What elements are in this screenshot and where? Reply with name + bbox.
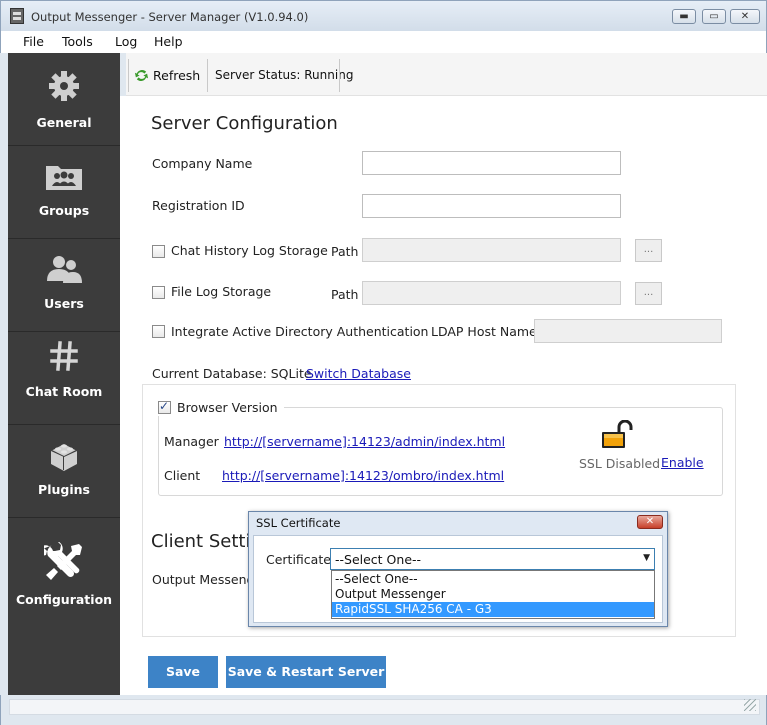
sidebar-label-general: General [36, 115, 92, 130]
enable-ssl-link[interactable]: Enable [661, 455, 704, 470]
chevron-down-icon: ▼ [643, 553, 650, 563]
client-settings-title: Client Settin [151, 531, 262, 552]
browser-version-checkbox[interactable] [158, 399, 171, 414]
resize-grip[interactable] [744, 699, 756, 711]
registration-id-input[interactable] [362, 194, 621, 218]
toolbar-separator [339, 59, 340, 92]
certificate-dropdown-list: --Select One-- Output Messenger RapidSSL… [331, 570, 655, 619]
certificate-option[interactable]: --Select One-- [332, 572, 654, 587]
registration-id-label: Registration ID [152, 198, 245, 213]
toolbar: Refresh Server Status: Running [126, 53, 767, 96]
company-name-label: Company Name [152, 156, 253, 171]
sidebar-item-users[interactable]: Users [8, 239, 120, 332]
unlock-icon [602, 420, 633, 448]
output-messenger-label: Output Messeng [152, 572, 255, 587]
dialog-close-button[interactable]: ✕ [637, 515, 663, 529]
page-title: Server Configuration [151, 113, 338, 134]
ldap-host-input[interactable] [534, 319, 722, 343]
menu-log[interactable]: Log [115, 34, 137, 49]
ldap-host-label: LDAP Host Name [431, 324, 537, 339]
certificate-option[interactable]: Output Messenger [332, 587, 654, 602]
hash-icon [50, 341, 78, 371]
file-log-path-label: Path [331, 287, 359, 302]
menu-file[interactable]: File [23, 34, 44, 49]
sidebar-label-chat-room: Chat Room [25, 384, 103, 399]
ssl-status: SSL Disabled [579, 456, 661, 471]
sidebar-item-chat-room[interactable]: Chat Room [8, 332, 120, 425]
chat-history-label: Chat History Log Storage [171, 243, 328, 258]
dialog-title: SSL Certificate [256, 516, 341, 530]
window-title: Output Messenger - Server Manager (V1.0.… [31, 10, 309, 24]
maximize-button[interactable]: ▭ [702, 9, 726, 24]
sidebar-item-configuration[interactable]: Configuration [8, 518, 120, 618]
sidebar-label-groups: Groups [38, 203, 90, 218]
current-database-label: Current Database: SQLite [152, 366, 312, 381]
ad-auth-label: Integrate Active Directory Authenticatio… [171, 324, 429, 339]
menu-bar: File Tools Log Help [0, 31, 767, 53]
minimize-button[interactable]: ▬ [672, 9, 696, 24]
chat-history-browse-button[interactable]: ... [635, 239, 662, 262]
sidebar: General Groups Users Chat Room Plugins C… [8, 53, 120, 695]
groups-icon [46, 166, 82, 190]
switch-database-link[interactable]: Switch Database [306, 366, 411, 381]
client-label: Client [164, 468, 201, 483]
wrench-screwdriver-icon [44, 542, 82, 580]
manager-label: Manager [164, 434, 219, 449]
chat-history-checkbox[interactable] [152, 245, 165, 258]
file-log-label: File Log Storage [171, 284, 272, 299]
sidebar-label-configuration: Configuration [15, 592, 113, 607]
file-log-checkbox[interactable] [152, 286, 165, 299]
file-log-path-input[interactable] [362, 281, 621, 305]
sidebar-item-plugins[interactable]: Plugins [8, 425, 120, 518]
refresh-label: Refresh [153, 67, 201, 83]
menu-tools[interactable]: Tools [62, 34, 93, 49]
toolbar-separator [128, 59, 129, 92]
save-button[interactable]: Save [148, 656, 218, 688]
chat-history-path-label: Path [331, 244, 359, 259]
browser-version-label: Browser Version [177, 399, 278, 415]
refresh-button[interactable]: Refresh [134, 66, 200, 84]
manager-url-link[interactable]: http://[servername]:14123/admin/index.ht… [224, 434, 505, 449]
sidebar-label-users: Users [44, 296, 84, 311]
menu-help[interactable]: Help [154, 34, 183, 49]
browser-version-legend: Browser Version [156, 398, 284, 416]
certificate-select[interactable]: --Select One-- ▼ [330, 548, 655, 570]
users-icon [47, 256, 82, 283]
file-log-browse-button[interactable]: ... [635, 282, 662, 305]
toolbar-separator [207, 59, 208, 92]
certificate-select-value: --Select One-- [335, 552, 422, 567]
sidebar-label-plugins: Plugins [38, 482, 90, 497]
app-icon [10, 8, 24, 24]
gear-icon [49, 71, 79, 101]
chat-history-path-input[interactable] [362, 238, 621, 262]
status-bar-panel [9, 699, 760, 715]
save-restart-button[interactable]: Save & Restart Server [226, 656, 386, 688]
company-name-input[interactable] [362, 151, 621, 175]
status-bar [0, 695, 767, 725]
refresh-icon [134, 69, 149, 81]
title-bar: Output Messenger - Server Manager (V1.0.… [0, 0, 767, 31]
sidebar-item-general[interactable]: General [8, 53, 120, 146]
client-url-link[interactable]: http://[servername]:14123/ombro/index.ht… [222, 468, 504, 483]
ad-auth-checkbox[interactable] [152, 325, 165, 338]
server-status: Server Status: Running [215, 68, 354, 82]
sidebar-item-groups[interactable]: Groups [8, 146, 120, 239]
close-button[interactable]: ✕ [730, 9, 760, 24]
plugins-icon [51, 444, 77, 471]
certificate-option-highlighted[interactable]: RapidSSL SHA256 CA - G3 [332, 602, 654, 617]
certificate-label: Certificate [266, 552, 331, 567]
